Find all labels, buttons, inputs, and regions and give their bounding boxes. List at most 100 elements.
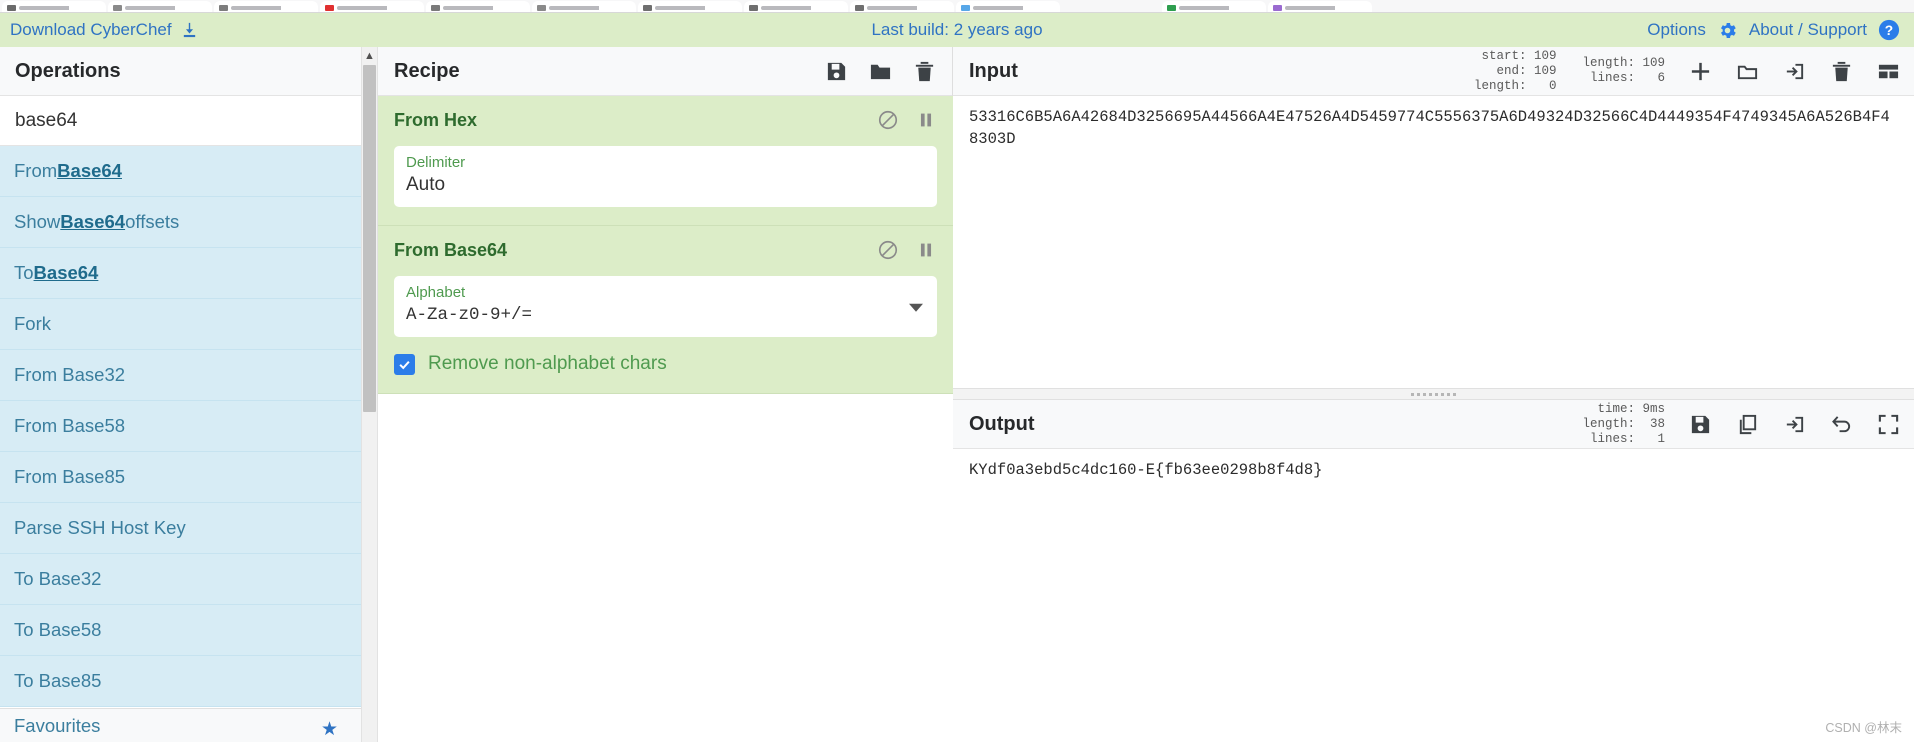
copy-icon[interactable] — [1712, 413, 1759, 436]
open-in-icon[interactable] — [1759, 60, 1806, 83]
tab-title — [443, 6, 524, 10]
recipe-arg-value[interactable]: Auto — [406, 172, 925, 198]
operation-list-item[interactable]: To Base64 — [0, 248, 361, 299]
tab-title — [973, 6, 1054, 10]
app-banner: Download CyberChef Last build: 2 years a… — [0, 13, 1914, 47]
recipe-arg-checkbox-row[interactable]: Remove non-alphabet chars — [394, 353, 937, 375]
recipe-operation-controls — [877, 109, 937, 131]
browser-tab[interactable] — [1162, 1, 1266, 12]
recipe-arg-value[interactable]: A-Za-z0-9+/= — [406, 302, 925, 328]
output-textarea[interactable]: KYdf0a3ebd5c4dc160-E{fb63ee0298b8f4d8} — [953, 449, 1914, 742]
browser-tab[interactable] — [426, 1, 530, 12]
tab-title — [655, 6, 736, 10]
tab-favicon-icon — [431, 5, 440, 11]
help-circle-icon[interactable]: ? — [1878, 19, 1900, 41]
tab-title — [125, 6, 206, 10]
browser-tab[interactable] — [320, 1, 424, 12]
operation-search-match: Base64 — [33, 262, 99, 283]
browser-tab[interactable] — [850, 1, 954, 12]
trash-icon[interactable] — [892, 60, 936, 83]
operations-panel: Operations From Base64Show Base64 offset… — [0, 47, 362, 742]
tab-favicon-icon — [1273, 5, 1282, 11]
browser-tab[interactable] — [214, 1, 318, 12]
trash-icon[interactable] — [1806, 60, 1853, 83]
operations-scrollbar[interactable]: ▲ — [362, 47, 378, 742]
save-icon[interactable] — [804, 60, 848, 83]
undo-icon[interactable] — [1806, 413, 1853, 436]
operation-list-item[interactable]: Show Base64 offsets — [0, 197, 361, 248]
operation-list-item[interactable]: From Base85 — [0, 452, 361, 503]
chevron-down-icon[interactable] — [909, 303, 923, 312]
browser-tab[interactable] — [1268, 1, 1372, 12]
recipe-arg-label: Alphabet — [406, 284, 466, 301]
maximise-icon[interactable] — [1853, 413, 1900, 436]
io-splitter[interactable] — [953, 388, 1914, 400]
options-button[interactable]: Options — [1647, 20, 1706, 40]
browser-tab[interactable] — [956, 1, 1060, 12]
recipe-operation[interactable]: From Hex Delimiter Auto — [378, 96, 953, 226]
recipe-arg-field[interactable]: Alphabet A-Za-z0-9+/= — [394, 276, 937, 337]
recipe-arg-field[interactable]: Delimiter Auto — [394, 146, 937, 207]
splitter-grip[interactable] — [1410, 392, 1457, 396]
checkbox-checked-icon[interactable] — [394, 353, 415, 375]
tab-favicon-icon — [643, 5, 652, 11]
recipe-operations-list: From Hex Delimiter Auto From Base64 Alphabet… — [378, 96, 953, 742]
operation-list-item[interactable]: From Base32 — [0, 350, 361, 401]
operation-list-item[interactable]: To Base58 — [0, 605, 361, 656]
recipe-operation[interactable]: From Base64 Alphabet A-Za-z0-9+/= Remove no… — [378, 226, 953, 394]
browser-tab[interactable] — [638, 1, 742, 12]
operation-list-item[interactable]: Fork — [0, 299, 361, 350]
tab-title — [867, 6, 948, 10]
tab-title — [1285, 6, 1366, 10]
scrollbar-thumb[interactable] — [363, 65, 376, 412]
operation-list-item[interactable]: From Base58 — [0, 401, 361, 452]
last-build-label: Last build: 2 years ago — [871, 20, 1043, 39]
operation-label: Parse SSH Host Key — [14, 517, 186, 538]
browser-tab[interactable] — [532, 1, 636, 12]
plus-icon[interactable] — [1665, 60, 1712, 83]
disable-icon[interactable] — [877, 109, 899, 131]
pause-icon[interactable] — [915, 109, 937, 131]
input-textarea[interactable]: 53316C6B5A6A42684D3256695A44566A4E47526A… — [953, 96, 1914, 388]
io-column: Input start: 109 end: 109 length: 0 leng… — [953, 47, 1914, 742]
star-icon[interactable]: ★ — [321, 718, 338, 741]
operation-label: From — [14, 160, 58, 181]
browser-tab[interactable] — [108, 1, 212, 12]
tab-favicon-icon — [961, 5, 970, 11]
recipe-title: Recipe — [394, 59, 460, 82]
tab-favicon-icon — [219, 5, 228, 11]
tab-favicon-icon — [749, 5, 758, 11]
operation-list-item[interactable]: To Base32 — [0, 554, 361, 605]
scroll-up-icon[interactable]: ▲ — [362, 47, 377, 64]
search-input[interactable] — [13, 108, 361, 133]
tab-favicon-icon — [7, 5, 16, 11]
layout-icon[interactable] — [1853, 60, 1900, 83]
about-support-button[interactable]: About / Support — [1749, 20, 1867, 40]
operation-list-item[interactable]: From Base64 — [0, 146, 361, 197]
operation-list-item[interactable]: Parse SSH Host Key — [0, 503, 361, 554]
operation-label: To — [14, 262, 34, 283]
browser-tab[interactable] — [744, 1, 848, 12]
folder-icon[interactable] — [848, 60, 892, 83]
favourites-section[interactable]: Favourites ★ — [0, 708, 361, 742]
operation-label: To Base32 — [14, 568, 102, 589]
input-length-stats: length: 109 lines: 6 — [1582, 56, 1665, 85]
gear-icon[interactable] — [1717, 20, 1738, 41]
tab-favicon-icon — [1167, 5, 1176, 11]
operations-list: From Base64 Show Base64 offsets To Base64 F… — [0, 146, 361, 707]
pause-icon[interactable] — [915, 239, 937, 261]
main-area: Operations From Base64Show Base64 offset… — [0, 47, 1914, 742]
save-icon[interactable] — [1665, 413, 1712, 436]
operations-search[interactable] — [0, 96, 361, 146]
disable-icon[interactable] — [877, 239, 899, 261]
output-title: Output — [969, 412, 1035, 435]
folder-open-icon[interactable] — [1712, 60, 1759, 83]
operation-search-match: Base64 — [60, 211, 126, 232]
tab-title — [761, 6, 842, 10]
tab-favicon-icon — [325, 5, 334, 11]
operation-list-item[interactable]: To Base85 — [0, 656, 361, 707]
open-in-icon[interactable] — [1759, 413, 1806, 436]
operation-label-suffix: offsets — [125, 211, 180, 232]
tab-title — [1179, 6, 1260, 10]
browser-tab[interactable] — [2, 1, 106, 12]
